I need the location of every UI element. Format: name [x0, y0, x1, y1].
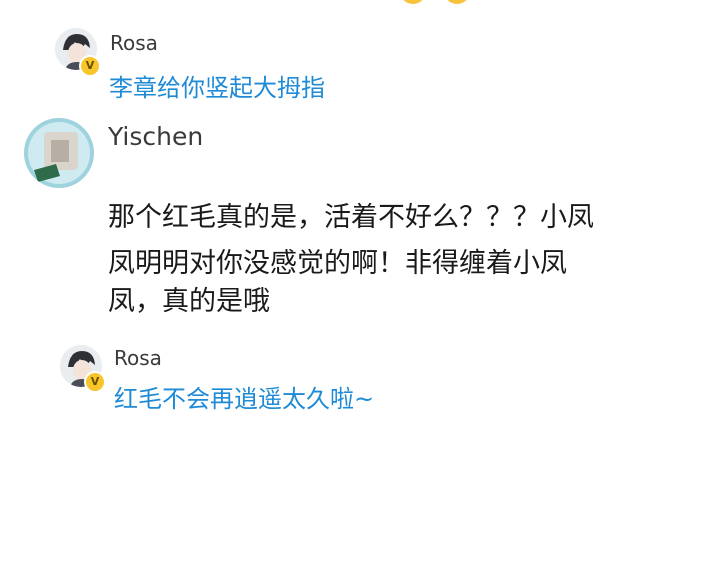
- reply-text: 李章给你竖起大拇指: [109, 74, 325, 102]
- comment-text-line: 那个红毛真的是，活着不好么？？？小凤: [108, 202, 594, 233]
- avatar[interactable]: [24, 118, 94, 188]
- verified-badge-icon: V: [79, 55, 101, 77]
- comment-text-line: 凤，真的是哦: [108, 286, 270, 317]
- verified-badge-icon: V: [84, 371, 106, 393]
- comment-username[interactable]: Yischen: [108, 122, 203, 151]
- reply-username[interactable]: Rosa: [110, 31, 158, 55]
- reply-username[interactable]: Rosa: [114, 346, 162, 370]
- reply-text: 红毛不会再逍遥太久啦~: [114, 385, 375, 413]
- comment-item: Yischen 那个红毛真的是，活着不好么？？？小凤 凤明明对你没感觉的啊！非得…: [0, 110, 720, 335]
- reply-item: V Rosa 李章给你竖起大拇指: [0, 0, 720, 110]
- avatar-photo-icon: [24, 118, 94, 188]
- reply-item: V Rosa 红毛不会再逍遥太久啦~: [0, 335, 720, 425]
